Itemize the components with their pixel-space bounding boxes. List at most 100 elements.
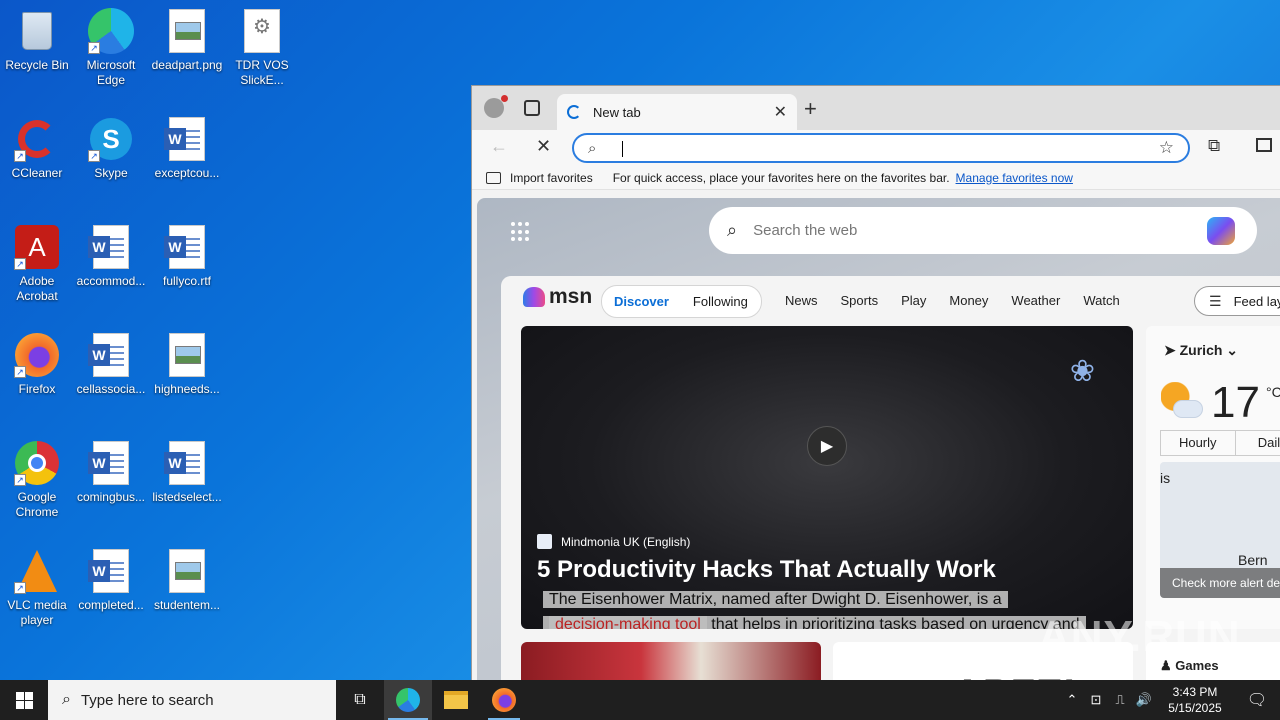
tab-discover[interactable]: Discover bbox=[602, 294, 681, 309]
video-caption: The Eisenhower Matrix, named after Dwigh… bbox=[543, 587, 1123, 629]
desktop-icon-file[interactable]: deadpart.png bbox=[150, 8, 224, 73]
wired-network-icon[interactable]: ⎍ bbox=[1108, 692, 1132, 708]
desktop-icon-file[interactable]: W listedselect... bbox=[150, 440, 224, 505]
play-icon[interactable]: ▶ bbox=[807, 426, 847, 466]
nav-news[interactable]: News bbox=[785, 293, 818, 308]
desktop-icon-file[interactable]: highneeds... bbox=[150, 332, 224, 397]
web-search-placeholder: Search the web bbox=[753, 222, 858, 239]
weather-unit: °C bbox=[1266, 384, 1280, 400]
web-search-box[interactable]: ⌕ Search the web bbox=[709, 207, 1257, 254]
loading-icon bbox=[567, 105, 581, 119]
news-card[interactable] bbox=[521, 642, 821, 680]
desktop-icon-vlc[interactable]: ↗ VLC media player bbox=[0, 548, 74, 628]
split-screen-icon[interactable] bbox=[1256, 138, 1272, 152]
msn-butterfly-icon bbox=[523, 287, 545, 307]
tab-title: New tab bbox=[593, 104, 641, 120]
folder-icon bbox=[444, 691, 468, 709]
tab-following[interactable]: Following bbox=[681, 294, 760, 309]
notification-icon[interactable]: 🗨 bbox=[1234, 690, 1280, 710]
favorite-star-icon[interactable]: ☆ bbox=[1159, 138, 1174, 158]
stop-loading-button[interactable]: ✕ bbox=[536, 136, 551, 157]
desktop-icon-microsoft-edge[interactable]: ↗ Microsoft Edge bbox=[74, 8, 148, 88]
nav-sports[interactable]: Sports bbox=[841, 293, 879, 308]
weather-city[interactable]: ➤ Zurich ⌄ bbox=[1164, 342, 1238, 359]
start-button[interactable] bbox=[0, 680, 48, 720]
desktop-icon-file[interactable]: W accommod... bbox=[74, 224, 148, 289]
hero-video-card[interactable]: ❀ ▶ Mindmonia UK (English) 5 Productivit… bbox=[521, 326, 1133, 629]
copilot-icon[interactable] bbox=[1207, 217, 1235, 245]
taskbar-search[interactable]: ⌕ Type here to search bbox=[48, 680, 336, 720]
desktop-icon-file[interactable]: ⚙ TDR VOS SlickE... bbox=[225, 8, 299, 88]
desktop-icon-firefox[interactable]: ↗ Firefox bbox=[0, 332, 74, 397]
tab-daily[interactable]: Daily bbox=[1236, 431, 1280, 455]
apps-grid-icon[interactable] bbox=[511, 222, 531, 242]
desktop-icon-google-chrome[interactable]: ↗ Google Chrome bbox=[0, 440, 74, 520]
skype-icon: S ↗ bbox=[88, 116, 134, 162]
tab-hourly[interactable]: Hourly bbox=[1161, 431, 1236, 455]
windows-logo-icon bbox=[15, 691, 33, 709]
article-source: Mindmonia UK (English) bbox=[537, 534, 690, 549]
tab-new-tab[interactable]: New tab ✕ bbox=[557, 94, 797, 130]
network-icon[interactable]: ⊡ bbox=[1084, 692, 1108, 708]
ccleaner-icon: ↗ bbox=[14, 116, 60, 162]
chrome-icon: ↗ bbox=[14, 440, 60, 486]
anyrun-watermark: ANY.RUN bbox=[1038, 612, 1241, 661]
tab-actions-icon[interactable] bbox=[524, 100, 540, 116]
address-bar[interactable]: ⌕ ☆ bbox=[572, 133, 1190, 163]
volume-icon[interactable]: 🔊 bbox=[1132, 692, 1156, 708]
word-doc-icon: W bbox=[88, 332, 134, 378]
chevron-up-icon[interactable]: ⌃ bbox=[1060, 692, 1084, 708]
desktop-icon-file[interactable]: W cellassocia... bbox=[74, 332, 148, 397]
weather-tabs: Hourly Daily bbox=[1160, 430, 1280, 456]
desktop-icon-file[interactable]: W completed... bbox=[74, 548, 148, 613]
edge-window: New tab ✕ + ← ✕ ⌕ ☆ ⧉ Import favorites F… bbox=[471, 85, 1280, 680]
acrobat-icon: A ↗ bbox=[14, 224, 60, 270]
word-doc-icon: W bbox=[88, 548, 134, 594]
partly-cloudy-icon bbox=[1161, 382, 1203, 418]
new-tab-button[interactable]: + bbox=[804, 96, 817, 122]
nav-watch[interactable]: Watch bbox=[1083, 293, 1119, 308]
article-headline[interactable]: 5 Productivity Hacks That Actually Work bbox=[537, 556, 996, 584]
text-caret bbox=[622, 141, 623, 157]
desktop-icon-skype[interactable]: S ↗ Skype bbox=[74, 116, 148, 181]
tab-bar: New tab ✕ + bbox=[472, 86, 1280, 130]
weather-temperature: 17 bbox=[1211, 378, 1260, 427]
clock-date: 5/15/2025 bbox=[1168, 701, 1222, 715]
desktop-icon-file[interactable]: W exceptcou... bbox=[150, 116, 224, 181]
back-button[interactable]: ← bbox=[490, 136, 508, 157]
desktop-icon-ccleaner[interactable]: ↗ CCleaner bbox=[0, 116, 74, 181]
taskbar-edge[interactable] bbox=[384, 680, 432, 720]
import-favorites-button[interactable]: Import favorites bbox=[486, 171, 593, 185]
manage-favorites-link[interactable]: Manage favorites now bbox=[956, 171, 1073, 185]
nav-money[interactable]: Money bbox=[949, 293, 988, 308]
new-tab-page: ⌕ Search the web msn Discover Following … bbox=[477, 198, 1280, 680]
taskbar-file-explorer[interactable] bbox=[432, 680, 480, 720]
weather-card[interactable]: ➤ Zurich ⌄ 17 °C Hourly Daily is Bern Ch… bbox=[1146, 326, 1280, 629]
task-view-button[interactable]: ⧉ bbox=[336, 680, 384, 720]
desktop-icon-file[interactable]: W fullyco.rtf bbox=[150, 224, 224, 289]
image-file-icon bbox=[164, 332, 210, 378]
desktop-icon-file[interactable]: studentem... bbox=[150, 548, 224, 613]
nav-play[interactable]: Play bbox=[901, 293, 926, 308]
weather-map[interactable]: is Bern Check more alert details bbox=[1160, 462, 1280, 598]
feed-tabs: Discover Following bbox=[601, 285, 762, 318]
msn-logo[interactable]: msn bbox=[523, 285, 592, 309]
desktop-icon-recycle-bin[interactable]: Recycle Bin bbox=[0, 8, 74, 73]
nav-weather[interactable]: Weather bbox=[1011, 293, 1060, 308]
firefox-icon bbox=[492, 688, 516, 712]
close-tab-icon[interactable]: ✕ bbox=[774, 102, 787, 122]
word-doc-icon: W bbox=[164, 116, 210, 162]
desktop-icon-adobe-acrobat[interactable]: A ↗ Adobe Acrobat bbox=[0, 224, 74, 304]
profile-icon[interactable] bbox=[484, 95, 508, 118]
word-doc-icon: W bbox=[164, 224, 210, 270]
clock[interactable]: 3:43 PM 5/15/2025 bbox=[1156, 684, 1234, 716]
import-icon bbox=[486, 171, 501, 184]
extensions-icon[interactable]: ⧉ bbox=[1208, 136, 1220, 156]
lotus-icon: ❀ bbox=[1069, 355, 1095, 388]
favorites-bar: Import favorites For quick access, place… bbox=[472, 166, 1280, 190]
taskbar-firefox[interactable] bbox=[480, 680, 528, 720]
feed-layout-button[interactable]: ☰ Feed layout bbox=[1194, 286, 1280, 316]
desktop-icon-file[interactable]: W comingbus... bbox=[74, 440, 148, 505]
alert-details-link[interactable]: Check more alert details bbox=[1160, 568, 1280, 598]
taskbar: ⌕ Type here to search ⧉ ⌃ ⊡ ⎍ 🔊 3:43 PM … bbox=[0, 680, 1280, 720]
